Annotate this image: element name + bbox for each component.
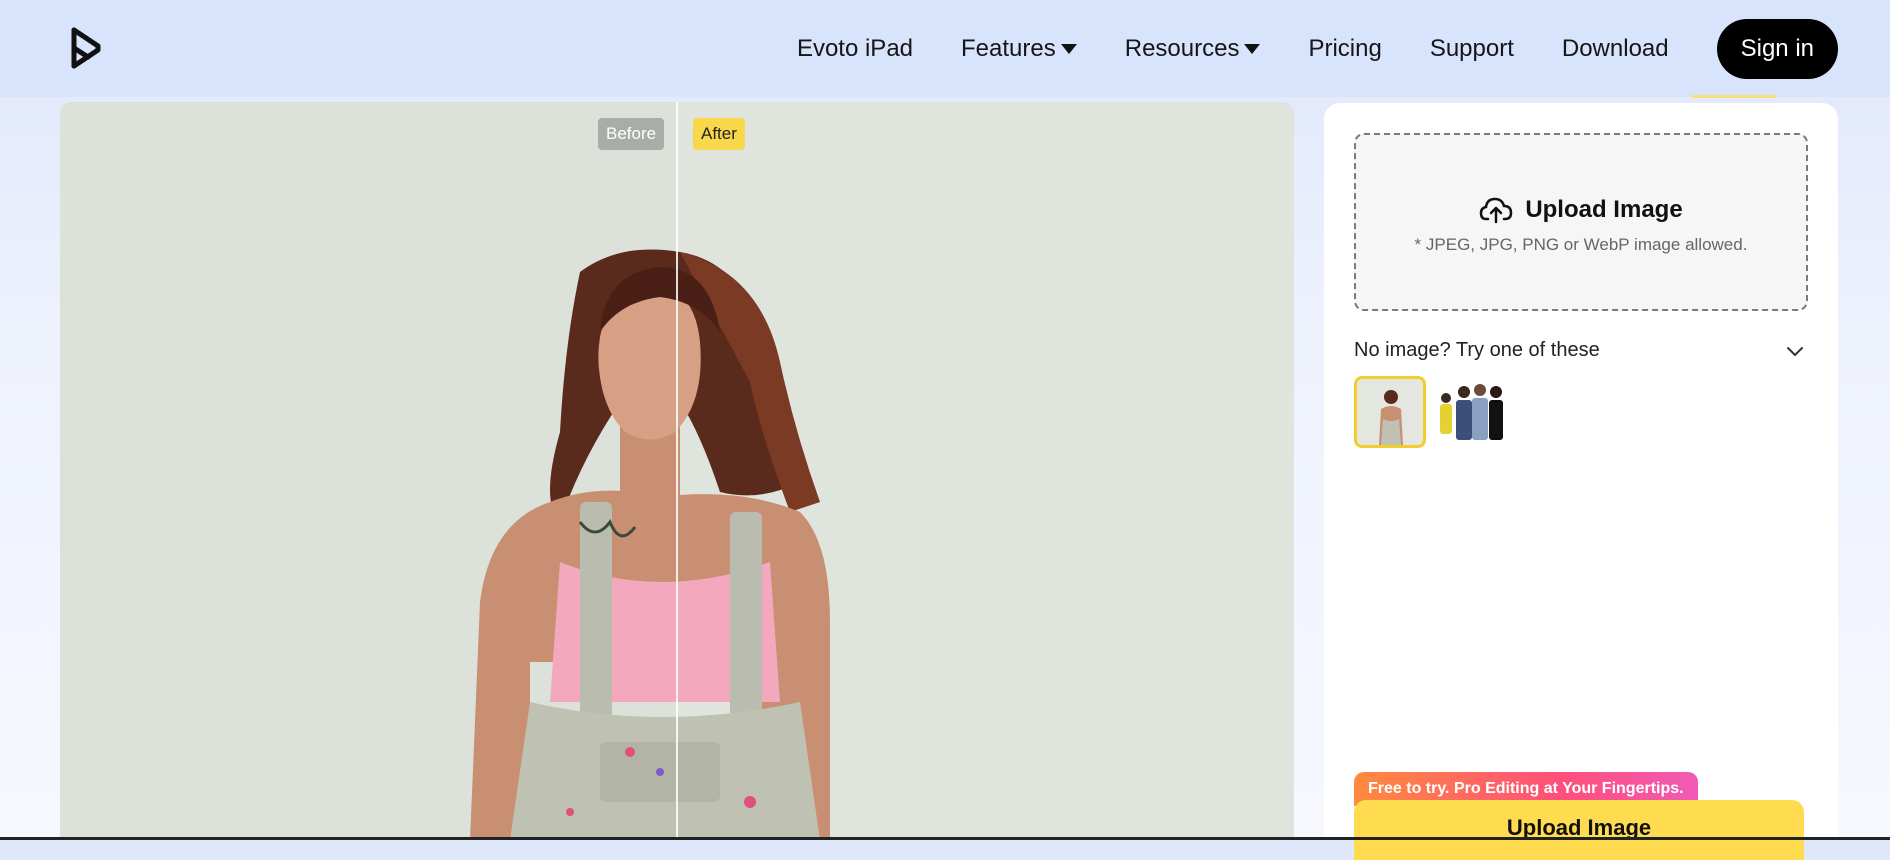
nav-evoto-ipad[interactable]: Evoto iPad (797, 35, 913, 63)
cloud-upload-icon (1480, 197, 1513, 224)
chevron-down-icon (1060, 43, 1077, 54)
evoto-logo-icon[interactable] (68, 24, 104, 72)
sample-group-image (1440, 384, 1503, 440)
nav-label: Resources (1124, 34, 1240, 62)
sample-thumbnails (1354, 376, 1512, 448)
sample-woman-image (1379, 390, 1403, 445)
compare-divider-handle[interactable] (676, 102, 678, 840)
nav-resources[interactable]: Resources (1125, 35, 1261, 63)
nav-label: Evoto iPad (796, 34, 914, 62)
top-header: Evoto iPad Features Resources Pricing Su… (0, 0, 1890, 97)
main-nav: Evoto iPad Features Resources Pricing Su… (797, 0, 1890, 97)
nav-label: Download (1561, 34, 1669, 62)
nav-label: Support (1429, 34, 1514, 62)
samples-header[interactable]: No image? Try one of these (1354, 339, 1804, 362)
chevron-down-icon (1244, 43, 1261, 54)
upload-hint: * JPEG, JPG, PNG or WebP image allowed. (1414, 235, 1748, 254)
nav-features[interactable]: Features (961, 35, 1077, 63)
sample-thumb-woman[interactable] (1354, 376, 1426, 448)
upload-panel: Upload Image * JPEG, JPG, PNG or WebP im… (1324, 103, 1838, 860)
upload-title: Upload Image (1356, 195, 1806, 225)
upload-dropzone[interactable]: Upload Image * JPEG, JPG, PNG or WebP im… (1354, 133, 1808, 311)
sample-thumb-group[interactable] (1434, 376, 1504, 446)
chevron-down-icon[interactable] (1786, 345, 1804, 357)
upload-title-text: Upload Image (1525, 196, 1683, 223)
before-label: Before (598, 118, 665, 150)
nav-support[interactable]: Support (1430, 35, 1514, 63)
nav-pricing[interactable]: Pricing (1308, 35, 1381, 63)
sign-in-accent (1691, 95, 1777, 98)
after-label: After (693, 118, 745, 150)
upload-image-button[interactable]: Upload Image (1354, 800, 1804, 860)
nav-label: Features (961, 34, 1056, 62)
compare-preview[interactable]: Before After (60, 102, 1294, 840)
sign-in-button[interactable]: Sign in (1716, 18, 1838, 79)
nav-download[interactable]: Download (1562, 35, 1669, 63)
nav-label: Pricing (1308, 34, 1382, 62)
samples-title: No image? Try one of these (1354, 339, 1600, 361)
